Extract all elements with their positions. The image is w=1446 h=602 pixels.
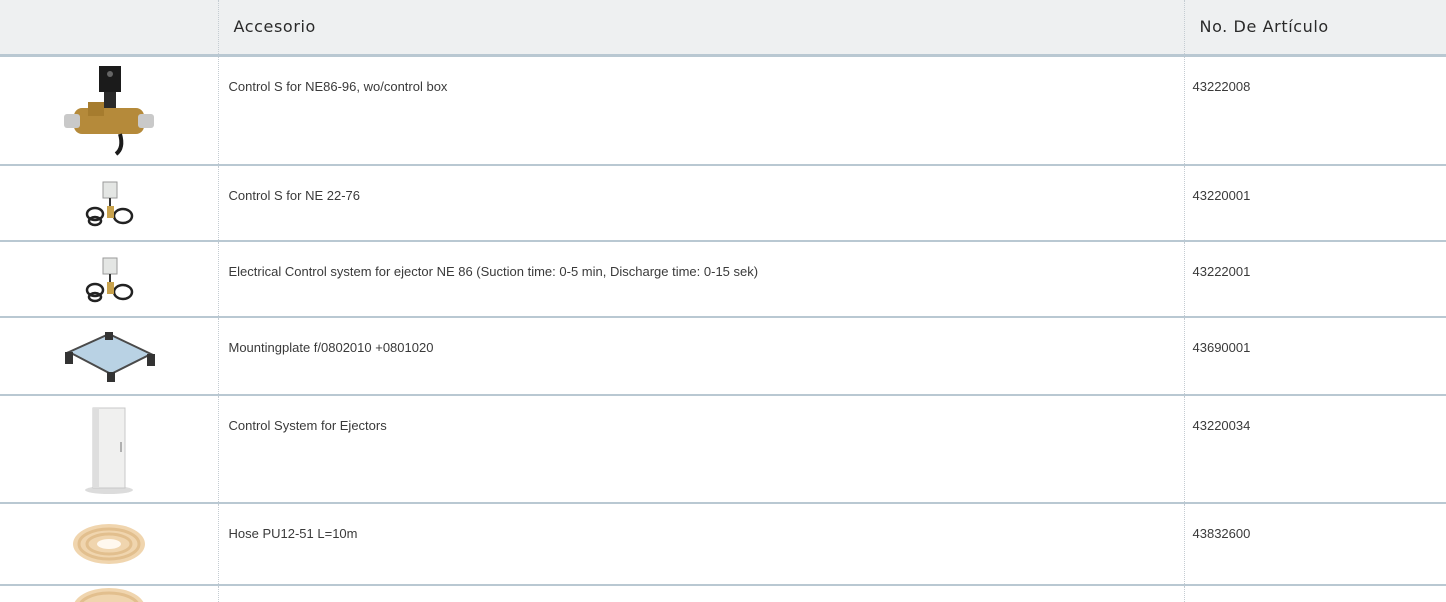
table-row: Electrical Control system for ejector NE… [0,241,1446,318]
product-image-cell [0,395,218,504]
product-image-cell [0,241,218,318]
header-article-number[interactable]: No. De Artículo [1183,0,1446,57]
accessory-name: Hose PU12-51 L=10m [217,503,1184,586]
article-number: 43690001 [1183,317,1446,396]
control-cable-icon [85,181,133,227]
hose-coil-icon [72,524,145,564]
article-number: 43832600 [1183,503,1446,586]
accessory-name: Control S for NE86-96, wo/control box [217,55,1184,166]
accessory-name: Mountingplate f/0802010 +0801020 [217,317,1184,396]
accessories-table: Accesorio No. De Artículo Control S for … [0,0,1446,602]
table-row: Control System for Ejectors 43220034 [0,395,1446,504]
table-row: Control S for NE86-96, wo/control box 43… [0,55,1446,166]
product-image-cell [0,165,218,242]
header-image [0,0,218,57]
article-number: 43220001 [1183,165,1446,242]
article-number: 43222008 [1183,55,1446,166]
accessory-name: Control System for Ejectors [217,395,1184,504]
table-header-row: Accesorio No. De Artículo [0,0,1446,57]
table-row: Control S for NE 22-76 43220001 [0,165,1446,242]
article-number: 43220034 [1183,395,1446,504]
header-accessory[interactable]: Accesorio [217,0,1184,57]
article-number: 43222001 [1183,241,1446,318]
hose-coil-icon [74,588,144,602]
cabinet-icon [84,407,133,494]
product-image-cell [0,503,218,586]
table-row: Mountingplate f/0802010 +0801020 4369000… [0,317,1446,396]
accessory-name [217,585,1184,602]
control-cable-icon [85,257,133,303]
product-image-cell [0,317,218,396]
mounting-plate-icon [64,332,155,382]
article-number [1183,585,1446,602]
valve-control-icon [63,66,154,156]
accessory-name: Electrical Control system for ejector NE… [217,241,1184,318]
product-image-cell [0,55,218,166]
table-row [0,585,1446,602]
accessory-name: Control S for NE 22-76 [217,165,1184,242]
product-image-cell [0,585,218,602]
table-row: Hose PU12-51 L=10m 43832600 [0,503,1446,586]
